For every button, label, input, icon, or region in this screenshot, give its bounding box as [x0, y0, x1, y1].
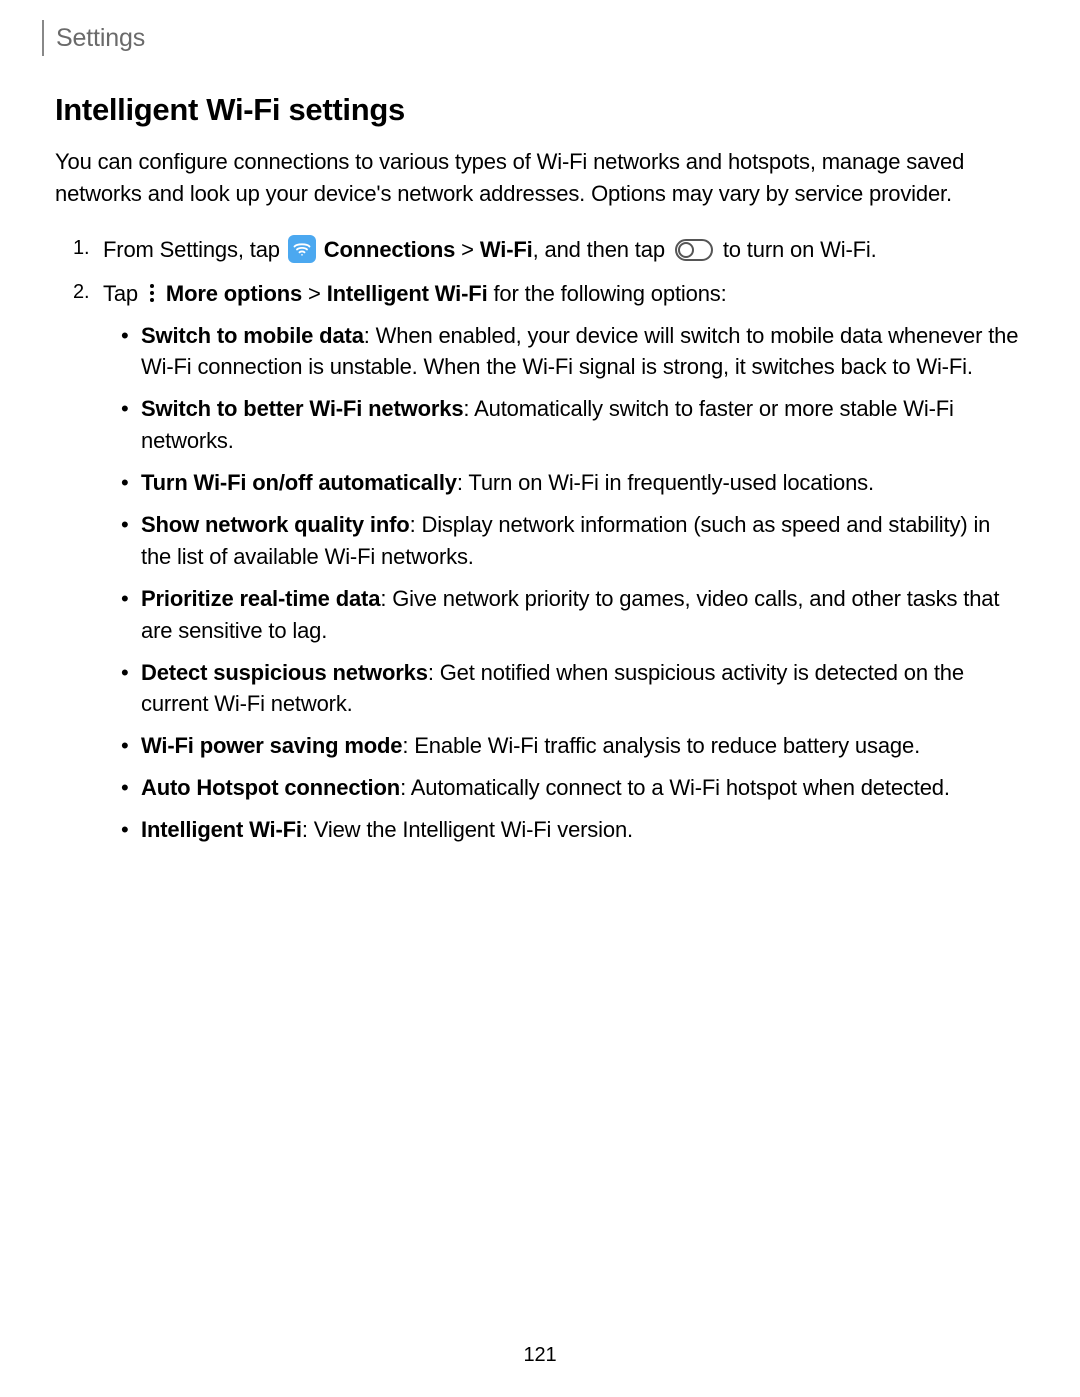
step-2: Tap More options > Intelligent Wi-Fi for… [103, 278, 1020, 846]
page-content: Intelligent Wi-Fi settings You can confi… [55, 92, 1020, 858]
list-item: Switch to mobile data: When enabled, you… [141, 320, 1020, 384]
connections-label: Connections [324, 237, 455, 262]
option-title: Turn Wi-Fi on/off automatically [141, 470, 457, 495]
list-item: Wi-Fi power saving mode: Enable Wi-Fi tr… [141, 730, 1020, 762]
more-options-icon [147, 282, 157, 304]
list-item: Turn Wi-Fi on/off automatically: Turn on… [141, 467, 1020, 499]
list-item: Auto Hotspot connection: Automatically c… [141, 772, 1020, 804]
option-title: Switch to mobile data [141, 323, 364, 348]
option-title: Auto Hotspot connection [141, 775, 400, 800]
options-list: Switch to mobile data: When enabled, you… [103, 320, 1020, 846]
step-1-text-b: , and then tap [533, 237, 671, 262]
toggle-icon [675, 239, 713, 261]
more-options-label: More options [166, 281, 302, 306]
wifi-icon [288, 235, 316, 263]
option-desc: : Automatically connect to a Wi-Fi hotsp… [400, 775, 950, 800]
option-title: Intelligent Wi-Fi [141, 817, 302, 842]
breadcrumb: Settings [42, 20, 145, 56]
step-1-text-c: to turn on Wi-Fi. [717, 237, 877, 262]
option-title: Switch to better Wi-Fi networks [141, 396, 463, 421]
step-2-text-a: Tap [103, 281, 144, 306]
page-number: 121 [0, 1344, 1080, 1367]
steps-list: From Settings, tap Connections > Wi-Fi, … [55, 234, 1020, 846]
list-item: Show network quality info: Display netwo… [141, 509, 1020, 573]
list-item: Prioritize real-time data: Give network … [141, 583, 1020, 647]
intro-paragraph: You can configure connections to various… [55, 146, 1020, 210]
option-title: Show network quality info [141, 512, 410, 537]
gt-1: > [455, 237, 480, 262]
wifi-label: Wi-Fi [480, 237, 533, 262]
option-desc: : Turn on Wi-Fi in frequently-used locat… [457, 470, 874, 495]
step-1-text-a: From Settings, tap [103, 237, 286, 262]
option-title: Wi-Fi power saving mode [141, 733, 402, 758]
option-title: Detect suspicious networks [141, 660, 428, 685]
list-item: Detect suspicious networks: Get notified… [141, 657, 1020, 721]
list-item: Intelligent Wi-Fi: View the Intelligent … [141, 814, 1020, 846]
step-2-text-b: for the following options: [488, 281, 727, 306]
intelligent-wifi-label: Intelligent Wi-Fi [327, 281, 488, 306]
option-desc: : Enable Wi-Fi traffic analysis to reduc… [402, 733, 920, 758]
option-desc: : View the Intelligent Wi-Fi version. [302, 817, 633, 842]
breadcrumb-label: Settings [56, 24, 145, 53]
option-title: Prioritize real-time data [141, 586, 380, 611]
list-item: Switch to better Wi-Fi networks: Automat… [141, 393, 1020, 457]
section-heading: Intelligent Wi-Fi settings [55, 92, 1020, 128]
gt-2: > [302, 281, 327, 306]
step-1: From Settings, tap Connections > Wi-Fi, … [103, 234, 1020, 266]
